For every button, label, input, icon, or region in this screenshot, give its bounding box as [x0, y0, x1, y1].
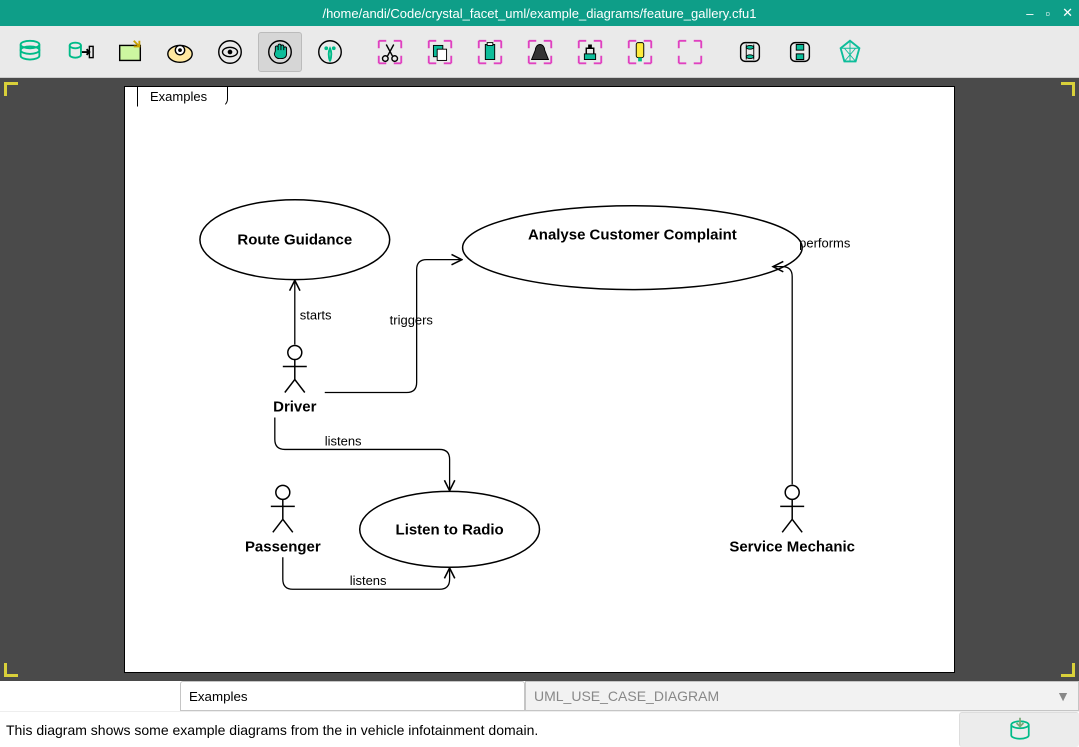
chevron-down-icon: ▼ — [1056, 688, 1070, 704]
minimize-button[interactable]: – — [1026, 6, 1033, 21]
rel-performs-label: performs — [799, 236, 851, 251]
actor-passenger[interactable]: Passenger — [245, 485, 321, 555]
rel-triggers[interactable]: triggers — [325, 260, 461, 393]
window-controls: – ▫ ✕ — [1026, 5, 1073, 21]
rel-starts[interactable]: starts — [295, 282, 332, 345]
edit-hand-icon[interactable] — [258, 32, 302, 72]
usecase-radio[interactable]: Listen to Radio — [360, 491, 540, 567]
cut-icon[interactable] — [368, 32, 412, 72]
actor-driver-label: Driver — [273, 398, 316, 415]
redo-icon[interactable] — [778, 32, 822, 72]
folder-search-icon[interactable] — [158, 32, 202, 72]
diagram-description-input[interactable]: This diagram shows some example diagrams… — [0, 716, 959, 744]
db-export-icon[interactable] — [58, 32, 102, 72]
usecase-radio-label: Listen to Radio — [396, 521, 504, 538]
new-window-icon[interactable] — [108, 32, 152, 72]
rel-performs[interactable]: performs — [774, 236, 851, 485]
style-icon[interactable] — [568, 32, 612, 72]
actor-mechanic-label: Service Mechanic — [729, 538, 855, 555]
close-button[interactable]: ✕ — [1062, 5, 1073, 21]
canvas-area[interactable]: Examples Route Guidance Analyse Customer… — [0, 78, 1079, 681]
titlebar: /home/andi/Code/crystal_facet_uml/exampl… — [0, 0, 1079, 26]
about-icon[interactable] — [828, 32, 872, 72]
selection-corner-bl — [4, 663, 18, 677]
rel-triggers-label: triggers — [390, 313, 434, 328]
view-icon[interactable] — [208, 32, 252, 72]
diagram-type-select[interactable]: UML_USE_CASE_DIAGRAM ▼ — [525, 681, 1079, 711]
usecase-complaint-label: Analyse Customer Complaint — [528, 227, 737, 244]
delete-icon[interactable] — [518, 32, 562, 72]
reset-icon[interactable] — [668, 32, 712, 72]
rel-listens1-label: listens — [325, 433, 362, 448]
rel-listens1[interactable]: listens — [275, 417, 450, 489]
selection-corner-tr — [1061, 82, 1075, 96]
copy-icon[interactable] — [418, 32, 462, 72]
undo-icon[interactable] — [728, 32, 772, 72]
usecase-complaint[interactable]: Analyse Customer Complaint — [463, 206, 803, 290]
actor-driver[interactable]: Driver — [273, 346, 316, 416]
rel-listens2-label: listens — [350, 573, 387, 588]
diagram-frame[interactable]: Examples Route Guidance Analyse Customer… — [124, 86, 955, 673]
db-open-icon[interactable] — [8, 32, 52, 72]
usecase-route-label: Route Guidance — [237, 232, 352, 249]
footer-row: UML_USE_CASE_DIAGRAM ▼ — [0, 681, 1079, 711]
commit-db-icon — [1006, 716, 1034, 744]
footer-desc-row: This diagram shows some example diagrams… — [0, 711, 1079, 747]
window-title: /home/andi/Code/crystal_facet_uml/exampl… — [0, 6, 1079, 21]
diagram-svg[interactable]: Route Guidance Analyse Customer Complain… — [125, 87, 954, 672]
usecase-route[interactable]: Route Guidance — [200, 200, 390, 280]
diagram-type-label: UML_USE_CASE_DIAGRAM — [534, 688, 719, 704]
actor-passenger-label: Passenger — [245, 538, 321, 555]
selection-corner-tl — [4, 82, 18, 96]
commit-button[interactable] — [959, 712, 1079, 747]
toolbar — [0, 26, 1079, 78]
diagram-name-input[interactable] — [180, 681, 525, 711]
diagram-tab[interactable]: Examples — [137, 86, 228, 107]
selection-corner-br — [1061, 663, 1075, 677]
maximize-button[interactable]: ▫ — [1045, 6, 1050, 21]
paste-icon[interactable] — [468, 32, 512, 72]
actor-mechanic[interactable]: Service Mechanic — [729, 485, 855, 555]
highlight-icon[interactable] — [618, 32, 662, 72]
rel-starts-label: starts — [300, 308, 332, 323]
new-element-icon[interactable] — [308, 32, 352, 72]
